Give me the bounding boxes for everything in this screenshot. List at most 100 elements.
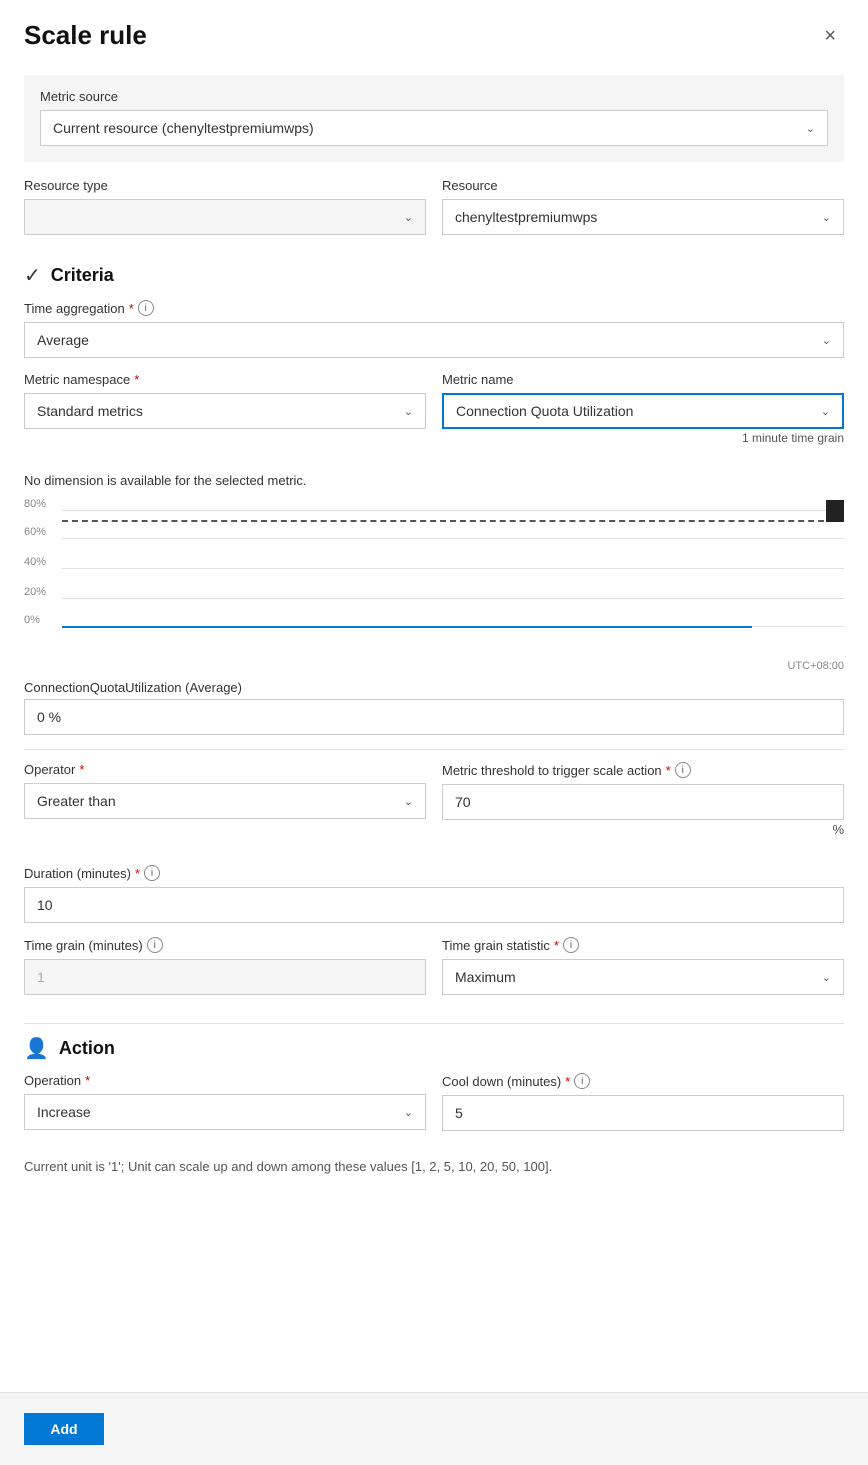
threshold-required: * [666,763,671,778]
duration-info-icon[interactable]: i [144,865,160,881]
metric-name-chevron-icon: ⌄ [821,405,830,418]
chart-label-80: 80% [24,498,46,510]
utc-label: UTC+08:00 [24,660,844,672]
chart-label-20: 20% [24,586,46,598]
cooldown-required: * [565,1074,570,1089]
resource-row: Resource type ⌄ Resource chenyltestpremi… [24,178,844,249]
chart-gridline-80 [62,510,844,511]
metric-name-select[interactable]: Connection Quota Utilization ⌄ [442,393,844,429]
cooldown-label: Cool down (minutes) * i [442,1073,844,1089]
chart-dashed-line [62,520,844,522]
duration-group: Duration (minutes) * i [24,865,844,923]
metric-source-section: Metric source Current resource (chenylte… [24,75,844,162]
metric-source-chevron-icon: ⌄ [806,122,815,135]
add-button[interactable]: Add [24,1413,104,1445]
resource-type-chevron-icon: ⌄ [404,211,413,224]
chart-gridline-60 [62,538,844,539]
operator-required: * [79,762,84,777]
resource-type-select[interactable]: ⌄ [24,199,426,235]
chart-gridline-20 [62,598,844,599]
metric-namespace-chevron-icon: ⌄ [404,405,413,418]
metric-namespace-label: Metric namespace * [24,372,426,387]
chart-label-0: 0% [24,614,40,626]
time-grain-statistic-info-icon[interactable]: i [563,937,579,953]
metric-source-label: Metric source [40,89,828,104]
close-button[interactable]: × [816,22,844,50]
metric-namespace-row: Metric namespace * Standard metrics ⌄ Me… [24,372,844,459]
chart-gridline-40 [62,568,844,569]
time-grain-statistic-label: Time grain statistic * i [442,937,844,953]
time-aggregation-chevron-icon: ⌄ [822,334,831,347]
operator-chevron-icon: ⌄ [404,795,413,808]
resource-select[interactable]: chenyltestpremiumwps ⌄ [442,199,844,235]
divider-2 [24,1023,844,1024]
panel-body-inner: Metric source Current resource (chenylte… [24,67,844,1174]
operator-select[interactable]: Greater than ⌄ [24,783,426,819]
threshold-input[interactable] [442,784,844,820]
operator-threshold-row: Operator * Greater than ⌄ Metric thresho… [24,762,844,851]
time-grain-minutes-label: Time grain (minutes) i [24,937,426,953]
time-grain-row: Time grain (minutes) i Time grain statis… [24,937,844,1009]
chart-black-fill [826,500,844,522]
operation-label: Operation * [24,1073,426,1088]
divider-1 [24,749,844,750]
resource-type-label: Resource type [24,178,426,193]
action-icon: 👤 [24,1036,49,1061]
criteria-header: ✓ Criteria [24,263,844,288]
operation-cooldown-row: Operation * Increase ⌄ Cool down (minute… [24,1073,844,1145]
metric-namespace-group: Metric namespace * Standard metrics ⌄ [24,372,426,445]
time-grain-statistic-select[interactable]: Maximum ⌄ [442,959,844,995]
operator-label: Operator * [24,762,426,777]
metric-name-label: Metric name [442,372,844,387]
chart-label-60: 60% [24,526,46,538]
duration-input[interactable] [24,887,844,923]
duration-required: * [135,866,140,881]
metric-value-label: ConnectionQuotaUtilization (Average) [24,680,844,695]
criteria-icon: ✓ [24,263,41,288]
chart-blue-line [62,626,752,628]
action-title: Action [59,1038,115,1059]
threshold-info-icon[interactable]: i [675,762,691,778]
resource-group: Resource chenyltestpremiumwps ⌄ [442,178,844,235]
metric-namespace-required: * [134,372,139,387]
chart-area: 80% 60% 40% 20% [24,496,844,636]
metric-value-input[interactable] [24,699,844,735]
time-grain-statistic-group: Time grain statistic * i Maximum ⌄ [442,937,844,995]
criteria-section: ✓ Criteria Time aggregation * i Average … [24,263,844,1009]
panel-title: Scale rule [24,20,147,51]
metric-chart: 80% 60% 40% 20% [24,496,844,656]
time-aggregation-group: Time aggregation * i Average ⌄ [24,300,844,358]
operation-required: * [85,1073,90,1088]
time-grain-statistic-chevron-icon: ⌄ [822,971,831,984]
criteria-title: Criteria [51,265,114,286]
time-aggregation-info-icon[interactable]: i [138,300,154,316]
hint-text: Current unit is '1'; Unit can scale up a… [24,1159,844,1174]
metric-namespace-select[interactable]: Standard metrics ⌄ [24,393,426,429]
time-grain-minutes-group: Time grain (minutes) i [24,937,426,995]
cooldown-input[interactable] [442,1095,844,1131]
operation-chevron-icon: ⌄ [404,1106,413,1119]
time-grain-note: 1 minute time grain [442,431,844,445]
threshold-unit: % [442,822,844,837]
resource-label: Resource [442,178,844,193]
time-aggregation-label: Time aggregation * i [24,300,844,316]
metric-value-group: ConnectionQuotaUtilization (Average) [24,680,844,735]
time-grain-statistic-required: * [554,938,559,953]
cooldown-info-icon[interactable]: i [574,1073,590,1089]
time-aggregation-select[interactable]: Average ⌄ [24,322,844,358]
threshold-label: Metric threshold to trigger scale action… [442,762,844,778]
operator-group: Operator * Greater than ⌄ [24,762,426,837]
resource-type-group: Resource type ⌄ [24,178,426,235]
panel-body: Metric source Current resource (chenylte… [0,67,868,1392]
time-grain-minutes-info-icon[interactable]: i [147,937,163,953]
resource-chevron-icon: ⌄ [822,211,831,224]
chart-label-40: 40% [24,556,46,568]
panel-header: Scale rule × [0,0,868,67]
operation-select[interactable]: Increase ⌄ [24,1094,426,1130]
time-grain-minutes-input[interactable] [24,959,426,995]
time-aggregation-required: * [129,301,134,316]
metric-source-select[interactable]: Current resource (chenyltestpremiumwps) … [40,110,828,146]
metric-name-group: Metric name Connection Quota Utilization… [442,372,844,445]
footer-bar: Add [0,1392,868,1465]
operation-group: Operation * Increase ⌄ [24,1073,426,1131]
